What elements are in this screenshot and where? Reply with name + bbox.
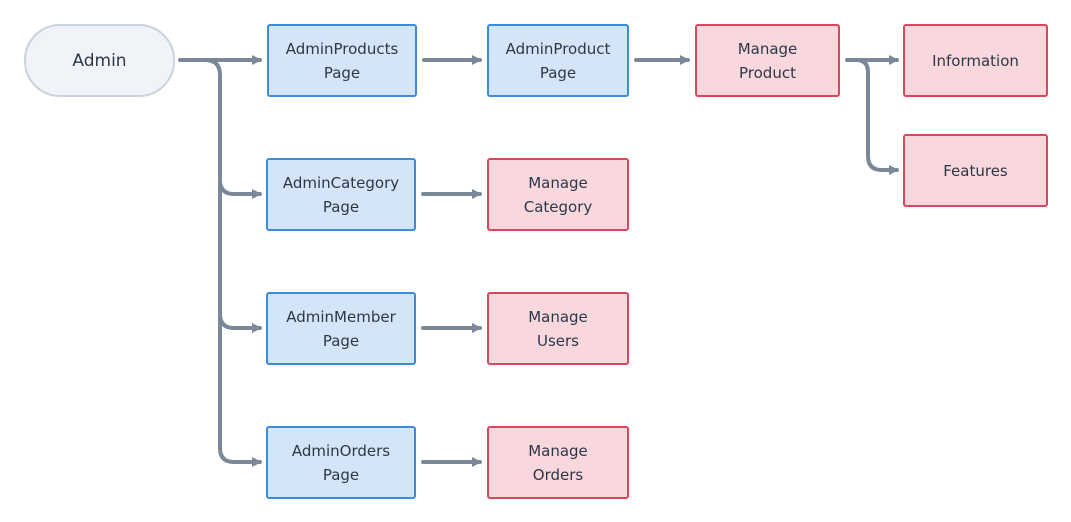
node-features[interactable]: Features	[903, 134, 1048, 207]
node-manage-category[interactable]: Manage Category	[487, 158, 629, 231]
node-manage-users[interactable]: Manage Users	[487, 292, 629, 365]
node-manage-orders[interactable]: Manage Orders	[487, 426, 629, 499]
node-admin-member-page[interactable]: AdminMember Page	[266, 292, 416, 365]
node-manage-product[interactable]: Manage Product	[695, 24, 840, 97]
node-admin-product-page[interactable]: AdminProduct Page	[487, 24, 629, 97]
edge-admin-category	[203, 58, 262, 199]
node-admin-products-page[interactable]: AdminProducts Page	[267, 24, 417, 97]
node-admin-category-page[interactable]: AdminCategory Page	[266, 158, 416, 231]
edge-admin-orders	[218, 312, 262, 467]
node-admin[interactable]: Admin	[24, 24, 175, 97]
edge-admin-member	[218, 178, 262, 333]
node-admin-orders-page[interactable]: AdminOrders Page	[266, 426, 416, 499]
node-information[interactable]: Information	[903, 24, 1048, 97]
edge-manage-features	[854, 58, 899, 175]
